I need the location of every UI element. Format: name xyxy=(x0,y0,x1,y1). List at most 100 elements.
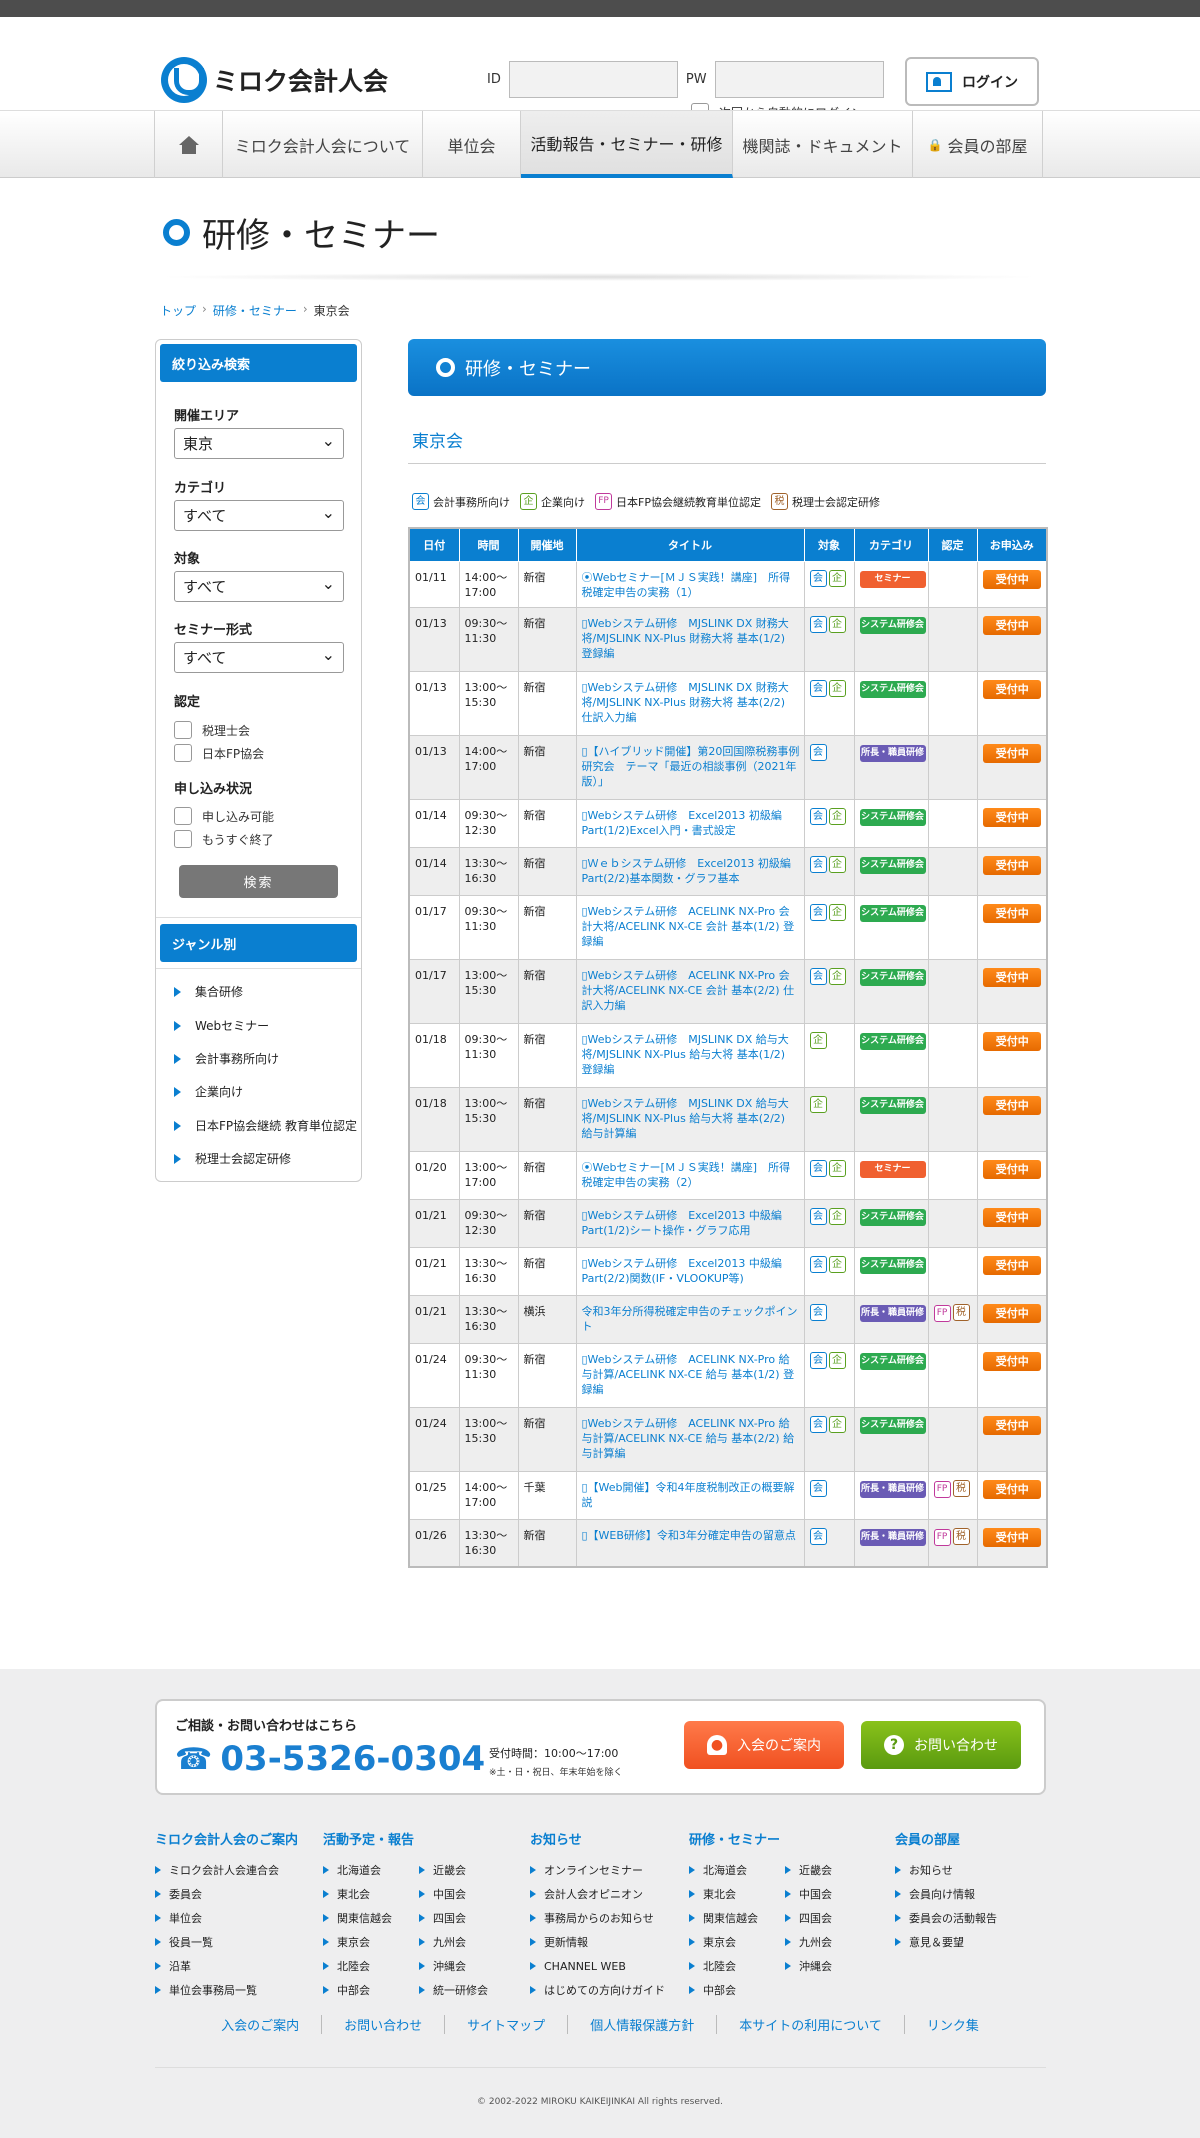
genre-tax-certified[interactable]: 税理士会認定研修 xyxy=(174,1150,291,1167)
apply-button[interactable]: 受付中 xyxy=(983,807,1042,827)
apply-button[interactable]: 受付中 xyxy=(983,967,1042,987)
genre-company[interactable]: 企業向け xyxy=(174,1083,243,1100)
pw-input[interactable] xyxy=(714,61,884,98)
footer-link[interactable]: 北陸会 xyxy=(323,1954,419,1978)
genre-fp-credit[interactable]: 日本FP協会継続 教育単位認定 xyxy=(174,1117,357,1134)
status-closing-checkbox[interactable] xyxy=(174,830,192,848)
status-open-option[interactable]: 申し込み可能 xyxy=(174,807,274,825)
cert-fp-checkbox[interactable] xyxy=(174,744,192,762)
footer-link[interactable]: 事務局からのお知らせ xyxy=(530,1906,665,1930)
seminar-title-link[interactable]: ▯Webシステム研修 MJSLINK DX 財務大将/MJSLINK NX-Pl… xyxy=(582,681,789,724)
seminar-title-link[interactable]: ▯Webシステム研修 Excel2013 初級編Part(1/2)Excel入門… xyxy=(582,809,782,837)
footer-column-heading[interactable]: 会員の部屋 xyxy=(895,1829,997,1848)
seminar-title-link[interactable]: ▯Webシステム研修 Excel2013 中級編Part(1/2)シート操作・グ… xyxy=(582,1209,782,1237)
seminar-title-link[interactable]: 令和3年分所得税確定申告のチェックポイント xyxy=(582,1305,798,1333)
footer-link[interactable]: 北海道会 xyxy=(323,1858,419,1882)
footer-link[interactable]: 更新情報 xyxy=(530,1930,665,1954)
footer-link[interactable]: はじめての方向けガイド xyxy=(530,1978,665,2002)
footer-link[interactable]: 東北会 xyxy=(323,1882,419,1906)
seminar-title-link[interactable]: ▯Ｗｅｂシステム研修 Excel2013 初級編Part(2/2)基本関数・グラ… xyxy=(582,857,791,885)
phone-number[interactable]: ☎ 03-5326-0304 xyxy=(175,1739,485,1779)
footer-link[interactable]: 単位会 xyxy=(155,1906,298,1930)
category-select[interactable]: すべて xyxy=(174,500,344,531)
login-button[interactable]: ログイン xyxy=(905,57,1039,106)
footer-column-heading[interactable]: 活動予定・報告 xyxy=(323,1829,515,1848)
apply-button[interactable]: 受付中 xyxy=(983,569,1042,589)
cert-fp-option[interactable]: 日本FP協会 xyxy=(174,744,264,762)
seminar-title-link[interactable]: ▯Webシステム研修 ACELINK NX-Pro 会計大将/ACELINK N… xyxy=(582,969,795,1012)
seminar-title-link[interactable]: ▯【WEB研修】令和3年分確定申告の留意点 xyxy=(582,1529,796,1542)
footer-link[interactable]: 関東信越会 xyxy=(323,1906,419,1930)
genre-group-training[interactable]: 集合研修 xyxy=(174,983,243,1000)
seminar-title-link[interactable]: ▯Webシステム研修 Excel2013 中級編Part(2/2)関数(IF・V… xyxy=(582,1257,782,1285)
apply-button[interactable]: 受付中 xyxy=(983,1159,1042,1179)
apply-button[interactable]: 受付中 xyxy=(983,1031,1042,1051)
footer-link[interactable]: 近畿会 xyxy=(419,1858,515,1882)
footer-link[interactable]: お知らせ xyxy=(895,1858,997,1882)
footer-bottom-link[interactable]: サイトマップ xyxy=(444,2015,567,2034)
footer-bottom-link[interactable]: リンク集 xyxy=(903,2015,1001,2034)
nav-journal[interactable]: 機関誌・ドキュメント xyxy=(733,111,913,178)
footer-link[interactable]: 九州会 xyxy=(419,1930,515,1954)
site-logo[interactable]: ミロク会計人会 xyxy=(161,57,388,103)
footer-link[interactable]: 沖縄会 xyxy=(785,1954,881,1978)
nav-about[interactable]: ミロク会計人会について xyxy=(223,111,423,178)
apply-button[interactable]: 受付中 xyxy=(983,679,1042,699)
join-button[interactable]: ● 入会のご案内 xyxy=(684,1721,844,1769)
footer-link[interactable]: 中部会 xyxy=(689,1978,785,2002)
footer-link[interactable]: ミロク会計人会連合会 xyxy=(155,1858,298,1882)
nav-activities[interactable]: 活動報告・セミナー・研修 xyxy=(521,111,733,178)
apply-button[interactable]: 受付中 xyxy=(983,1351,1042,1371)
apply-button[interactable]: 受付中 xyxy=(983,855,1042,875)
footer-link[interactable]: 近畿会 xyxy=(785,1858,881,1882)
footer-link[interactable]: 統一研修会 xyxy=(419,1978,515,2002)
apply-button[interactable]: 受付中 xyxy=(983,1303,1042,1323)
search-button[interactable]: 検索 xyxy=(179,865,338,898)
apply-button[interactable]: 受付中 xyxy=(983,1095,1042,1115)
seminar-title-link[interactable]: ▯【ハイブリッド開催】第20回国際税務事例研究会 テーマ「最近の相談事例（202… xyxy=(582,745,800,788)
seminar-title-link[interactable]: ▯Webシステム研修 MJSLINK DX 給与大将/MJSLINK NX-Pl… xyxy=(582,1033,789,1076)
nav-units[interactable]: 単位会 xyxy=(423,111,521,178)
footer-column-heading[interactable]: 研修・セミナー xyxy=(689,1829,881,1848)
footer-link[interactable]: オンラインセミナー xyxy=(530,1858,665,1882)
nav-members[interactable]: 🔒 会員の部屋 xyxy=(913,111,1043,178)
nav-home[interactable] xyxy=(155,111,223,178)
seminar-title-link[interactable]: ▯Webシステム研修 MJSLINK DX 財務大将/MJSLINK NX-Pl… xyxy=(582,617,789,660)
seminar-title-link[interactable]: ▯【Web開催】令和4年度税制改正の概要解説 xyxy=(582,1481,795,1509)
footer-column-heading[interactable]: お知らせ xyxy=(530,1829,665,1848)
footer-link[interactable]: 北海道会 xyxy=(689,1858,785,1882)
breadcrumb-top[interactable]: トップ xyxy=(160,302,196,319)
footer-link[interactable]: CHANNEL WEB xyxy=(530,1954,665,1978)
footer-bottom-link[interactable]: 個人情報保護方針 xyxy=(567,2015,716,2034)
footer-bottom-link[interactable]: 入会のご案内 xyxy=(199,2015,321,2034)
cert-tax-option[interactable]: 税理士会 xyxy=(174,721,250,739)
apply-button[interactable]: 受付中 xyxy=(983,1415,1042,1435)
footer-link[interactable]: 中部会 xyxy=(323,1978,419,2002)
footer-link[interactable]: 四国会 xyxy=(419,1906,515,1930)
footer-link[interactable]: 役員一覧 xyxy=(155,1930,298,1954)
footer-link[interactable]: 四国会 xyxy=(785,1906,881,1930)
genre-accounting-firm[interactable]: 会計事務所向け xyxy=(174,1050,279,1067)
apply-button[interactable]: 受付中 xyxy=(983,903,1042,923)
apply-button[interactable]: 受付中 xyxy=(983,1207,1042,1227)
area-select[interactable]: 東京 xyxy=(174,428,344,459)
status-open-checkbox[interactable] xyxy=(174,807,192,825)
footer-link[interactable]: 関東信越会 xyxy=(689,1906,785,1930)
footer-link[interactable]: 委員会の活動報告 xyxy=(895,1906,997,1930)
breadcrumb-seminar[interactable]: 研修・セミナー xyxy=(213,302,297,319)
inquiry-button[interactable]: ? お問い合わせ xyxy=(861,1721,1021,1769)
footer-link[interactable]: 東京会 xyxy=(323,1930,419,1954)
seminar-title-link[interactable]: ⦿Webセミナー[ＭＪＳ実践！講座] 所得税確定申告の実務（1） xyxy=(582,571,791,599)
footer-link[interactable]: 中国会 xyxy=(785,1882,881,1906)
footer-link[interactable]: 沿革 xyxy=(155,1954,298,1978)
footer-link[interactable]: 会員向け情報 xyxy=(895,1882,997,1906)
footer-link[interactable]: 東北会 xyxy=(689,1882,785,1906)
footer-link[interactable]: 東京会 xyxy=(689,1930,785,1954)
footer-link[interactable]: 沖縄会 xyxy=(419,1954,515,1978)
footer-bottom-link[interactable]: お問い合わせ xyxy=(321,2015,444,2034)
seminar-title-link[interactable]: ⦿Webセミナー[ＭＪＳ実践！講座] 所得税確定申告の実務（2） xyxy=(582,1161,791,1189)
footer-link[interactable]: 九州会 xyxy=(785,1930,881,1954)
apply-button[interactable]: 受付中 xyxy=(983,743,1042,763)
footer-link[interactable]: 会計人会オピニオン xyxy=(530,1882,665,1906)
footer-link[interactable]: 北陸会 xyxy=(689,1954,785,1978)
